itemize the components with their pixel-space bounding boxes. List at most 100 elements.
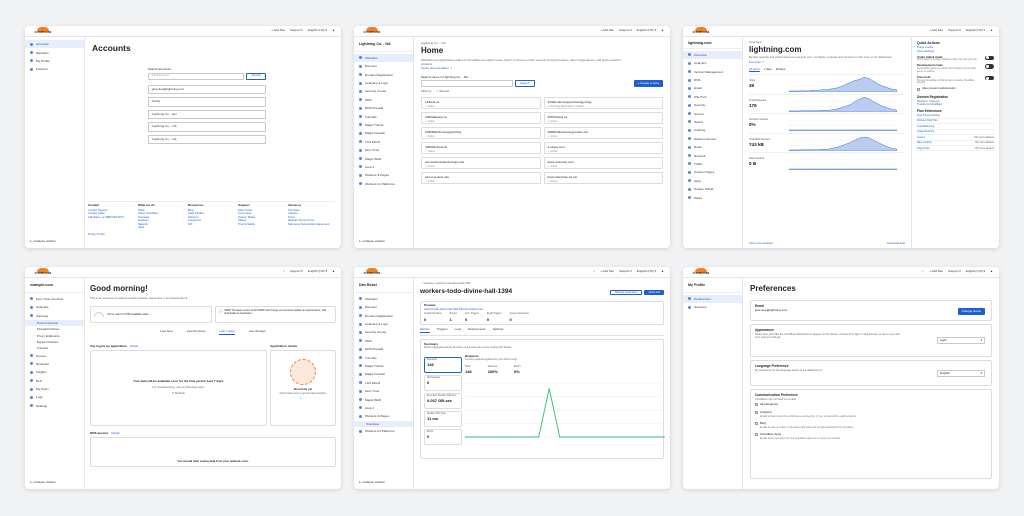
carousel-dots[interactable]: ● ○ ○ xyxy=(299,396,306,401)
tab[interactable]: Deployments xyxy=(468,327,486,333)
toggle-switch[interactable] xyxy=(985,64,994,69)
sidebar-item[interactable]: Zero Trust xyxy=(354,146,413,154)
sidebar-item-accounts[interactable]: Accounts xyxy=(25,40,84,49)
sidebar-item[interactable]: Domain Registration xyxy=(354,70,413,78)
cloudflare-logo[interactable]: CLOUDFLARE xyxy=(360,27,384,35)
zone-card[interactable]: a-street.com ✓ Active xyxy=(543,142,663,155)
time-range-tab[interactable]: Last 30 days xyxy=(249,329,266,335)
person-icon[interactable]: ▲ xyxy=(990,28,993,33)
sidebar-item[interactable]: L3/4 DDoS xyxy=(354,379,413,387)
zone-card[interactable]: blod.enterprise.ca.net ✓ Active xyxy=(543,172,663,185)
account-item[interactable]: Lightning Co. - NA xyxy=(148,134,266,145)
tab[interactable]: Triggers xyxy=(437,327,448,333)
sidebar-item[interactable]: Settings xyxy=(25,402,84,410)
communication-option[interactable]: Cloudflare Apps Emails about new apps fro… xyxy=(755,432,987,440)
sidebar-item[interactable]: Discover xyxy=(354,303,413,311)
sidebar-item[interactable]: Websites xyxy=(354,53,413,63)
account-switcher[interactable]: Lightning Co. - NA xyxy=(354,40,413,52)
support-menu[interactable]: Support ▾ xyxy=(619,269,632,274)
summary-metric[interactable]: Execution Duration (GB-sec) 0.037 GB-sec xyxy=(424,393,462,410)
person-icon[interactable]: ▲ xyxy=(332,269,335,274)
account-switcher[interactable]: example.com xyxy=(25,281,84,293)
zone-card[interactable]: 435002cloud.uk ✓ Active xyxy=(421,142,541,155)
sidebar-item-websites[interactable]: Websites xyxy=(25,48,84,56)
create-zone-button[interactable]: + Create a zone xyxy=(633,80,663,88)
zone-card[interactable]: 2850010technologyonline.net ✓ Active xyxy=(543,127,663,140)
time-range-tab[interactable]: 30 days xyxy=(776,68,785,72)
sidebar-item[interactable]: Access xyxy=(25,351,84,359)
sidebar-item-profile[interactable]: My Profile xyxy=(25,57,84,65)
sidebar-item[interactable]: DNS Firewall xyxy=(354,104,413,112)
person-icon[interactable]: ▲ xyxy=(332,28,335,33)
checkbox[interactable] xyxy=(755,411,758,415)
plan-link[interactable]: Free plan ↗ xyxy=(749,60,905,65)
account-item[interactable]: jane.doe@lightning.com xyxy=(148,84,266,95)
sidebar-item-sessions[interactable]: Sessions xyxy=(683,303,742,311)
sidebar-item[interactable]: SSL/TLS xyxy=(683,93,742,101)
sidebar-item[interactable]: Rules xyxy=(683,143,742,151)
sidebar-item[interactable]: Caching xyxy=(683,126,742,134)
tab[interactable]: Settings xyxy=(493,327,504,333)
sidebar-item[interactable]: Magic Firewall xyxy=(354,370,413,378)
profile-header[interactable]: My Profile xyxy=(683,281,742,293)
sidebar-item[interactable]: Scrape Shield xyxy=(683,185,742,193)
add-site-button[interactable]: + Add Site xyxy=(600,269,614,274)
footer-link[interactable]: Self-serve Subscription Agreement xyxy=(288,223,335,227)
footer-link[interactable]: API xyxy=(188,223,235,227)
cloudflare-logo[interactable]: CLOUDFLARE xyxy=(689,27,713,35)
time-range-tab[interactable]: Last hour xyxy=(160,329,173,335)
language-menu[interactable]: English (US) ▾ xyxy=(308,269,327,274)
tab[interactable]: Logs xyxy=(455,327,462,333)
collapse-sidebar-button[interactable]: ⇤ Collapse sidebar xyxy=(359,239,385,244)
download-data-link[interactable]: Download data xyxy=(887,242,905,246)
sidebar-item[interactable]: Turnstile xyxy=(354,112,413,120)
support-menu[interactable]: Support ▾ xyxy=(290,28,303,33)
cloudflare-logo[interactable]: CLOUDFLARE xyxy=(31,268,55,276)
sidebar-item-preferences[interactable]: Preferences xyxy=(683,294,742,304)
account-item[interactable]: Firefly xyxy=(148,97,266,107)
language-select[interactable]: English ▾ xyxy=(937,370,985,377)
sidebar-item[interactable]: Zero Trust overview xyxy=(25,295,84,303)
manage-application-button[interactable]: Manage application xyxy=(609,289,643,296)
zone-switcher[interactable]: lightning.com xyxy=(683,39,742,49)
support-menu[interactable]: Support ▾ xyxy=(948,269,961,274)
cloudflare-logo[interactable]: CLOUDFLARE xyxy=(31,27,55,35)
language-menu[interactable]: English (US) ▾ xyxy=(637,28,656,33)
extension-link[interactable]: Rate Limiting xyxy=(917,141,932,144)
toggle-switch[interactable] xyxy=(985,75,994,81)
sidebar-item[interactable]: Email xyxy=(683,84,742,92)
sidebar-item[interactable]: DNS xyxy=(683,76,742,84)
sidebar-item[interactable]: Analytics & Logs xyxy=(354,79,413,87)
add-site-button[interactable]: + Add Site xyxy=(929,269,943,274)
summary-metric[interactable]: Subrequests 0 xyxy=(424,375,462,392)
communication-option[interactable]: All categories xyxy=(755,402,987,407)
cloudflare-logo[interactable]: CLOUDFLARE xyxy=(360,268,384,276)
time-range-tab[interactable]: Last 24 Hours xyxy=(187,329,206,335)
sidebar-item-partners[interactable]: Partners xyxy=(25,65,84,73)
add-site-button[interactable]: + Add Site xyxy=(600,28,614,33)
language-menu[interactable]: English (US) ▾ xyxy=(966,269,985,274)
zone-card[interactable]: 248080technologylab.blog ✓ Active xyxy=(421,127,541,140)
search-icon[interactable]: ⌕ xyxy=(594,269,596,274)
sidebar-item[interactable]: L3/4 DDoS xyxy=(354,138,413,146)
footer-link[interactable]: Trust & Safety xyxy=(238,223,285,227)
search-button[interactable]: Search xyxy=(246,72,266,80)
search-button[interactable]: Search xyxy=(515,80,535,88)
footer-link[interactable]: Call Sales: +1 (888) 993 5273 xyxy=(88,216,135,220)
view-more-analytics-link[interactable]: View more analytics xyxy=(749,242,773,246)
sidebar-item[interactable]: Speed xyxy=(683,118,742,126)
sidebar-item[interactable]: Magic Transit xyxy=(354,362,413,370)
dns-detail-link[interactable]: Detail xyxy=(111,431,119,435)
summary-metric[interactable]: Requests 146 xyxy=(424,357,462,374)
zone-card[interactable]: 123test.ca ✓ Active xyxy=(421,97,541,110)
subdomains-checkbox[interactable]: Also prevent subdomains xyxy=(917,87,994,91)
preview-url-link[interactable]: workers-todo-divine-hall-1394.bilal-dev.… xyxy=(424,308,660,311)
support-menu[interactable]: Support ▾ xyxy=(619,28,632,33)
person-icon[interactable]: ▲ xyxy=(661,28,664,33)
sidebar-item[interactable]: Network xyxy=(683,151,742,159)
sidebar-item[interactable]: Magic WAN xyxy=(354,395,413,403)
summary-metric[interactable]: Errors 0 xyxy=(424,429,462,446)
search-icon[interactable]: ⌕ xyxy=(283,269,285,274)
refresh-button[interactable]: ↻ Refresh xyxy=(172,391,185,396)
collapse-sidebar-button[interactable]: ⇤ Collapse sidebar xyxy=(30,239,56,244)
